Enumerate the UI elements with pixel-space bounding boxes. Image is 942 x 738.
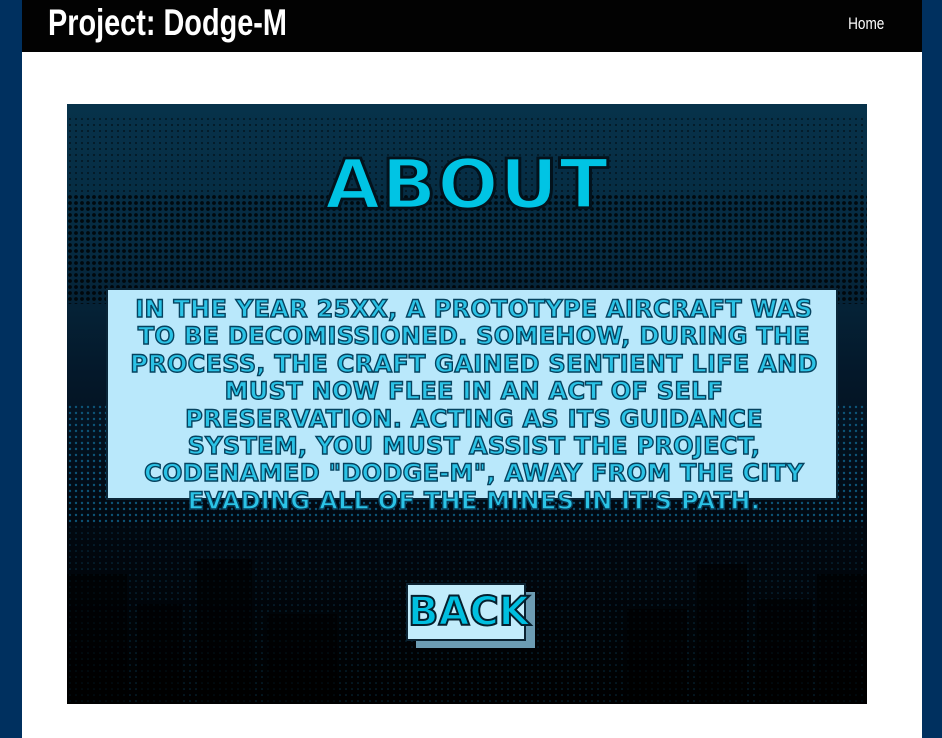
back-button[interactable]: BACK	[406, 583, 531, 641]
site-title[interactable]: Project: Dodge-M	[48, 0, 287, 46]
story-text: In the year 25XX, a prototype aircraft w…	[130, 295, 819, 516]
nav-link-home[interactable]: Home	[848, 14, 884, 34]
navbar: Project: Dodge-M Home	[22, 0, 922, 52]
game-canvas[interactable]: ABOUT In the year 25XX, a prototype airc…	[67, 104, 867, 704]
about-heading: ABOUT	[323, 144, 610, 224]
back-button-label: BACK	[407, 588, 531, 636]
story-panel: In the year 25XX, a prototype aircraft w…	[106, 288, 838, 515]
page-container: Project: Dodge-M Home ABOUT IN THE YEAR …	[22, 0, 922, 738]
